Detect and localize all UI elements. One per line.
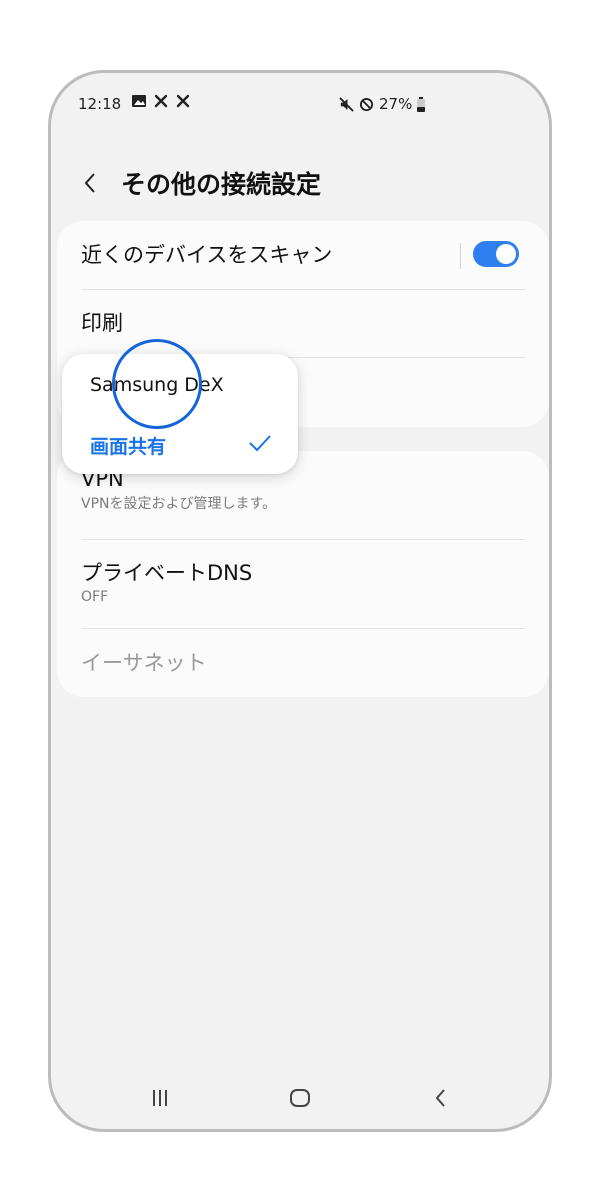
divider — [81, 289, 525, 290]
tools-icon — [175, 93, 191, 109]
print-label: 印刷 — [81, 311, 123, 335]
check-icon — [248, 434, 272, 456]
private-dns-subtitle: OFF — [81, 589, 109, 605]
battery-icon — [417, 96, 426, 112]
page-title: その他の接続設定 — [121, 170, 322, 199]
popup-option-samsung-dex[interactable]: Samsung DeX — [90, 374, 224, 396]
popup-menu: Samsung DeX 画面共有 — [62, 354, 298, 474]
navigation-bar — [0, 1080, 600, 1120]
vpn-subtitle: VPNを設定および管理します。 — [81, 496, 277, 512]
ethernet-label: イーサネット — [81, 651, 207, 675]
home-button[interactable] — [286, 1080, 314, 1120]
private-dns-label: プライベートDNS — [81, 561, 253, 585]
chevron-left-icon — [83, 172, 97, 198]
nav-back-button[interactable] — [428, 1080, 452, 1120]
status-left-icons — [131, 93, 191, 109]
header: その他の接続設定 — [51, 165, 549, 205]
ethernet-row[interactable]: イーサネット — [81, 647, 525, 677]
back-icon — [434, 1088, 446, 1112]
status-right-icons: 27% — [339, 95, 426, 113]
status-time: 12:18 — [78, 95, 122, 113]
phone-frame: 12:18 27% その他の接続設定 近くのデバイスをスキャン 印刷 VPN V… — [48, 70, 552, 1132]
back-button[interactable] — [75, 165, 105, 205]
status-bar: 12:18 27% — [51, 73, 549, 133]
nearby-scan-label: 近くのデバイスをスキャン — [81, 243, 333, 267]
gallery-icon — [131, 93, 147, 109]
battery-percent: 27% — [379, 95, 413, 113]
toggle-knob — [496, 244, 516, 264]
dnd-icon — [359, 97, 374, 112]
nearby-scan-row[interactable]: 近くのデバイスをスキャン — [81, 239, 439, 269]
toggle-divider — [460, 243, 461, 269]
private-dns-row[interactable]: プライベートDNS OFF — [81, 557, 525, 605]
divider — [81, 628, 525, 629]
mute-icon — [339, 96, 354, 112]
divider — [81, 539, 525, 540]
tools-icon — [153, 93, 169, 109]
home-icon — [289, 1088, 311, 1112]
settings-group-2: VPN VPNを設定および管理します。 プライベートDNS OFF イーサネット — [57, 451, 549, 697]
print-row[interactable]: 印刷 — [81, 307, 525, 337]
recents-button[interactable] — [146, 1080, 174, 1120]
popup-option-screen-share[interactable]: 画面共有 — [90, 432, 166, 459]
recents-icon — [150, 1089, 170, 1111]
nearby-scan-toggle[interactable] — [473, 241, 519, 267]
